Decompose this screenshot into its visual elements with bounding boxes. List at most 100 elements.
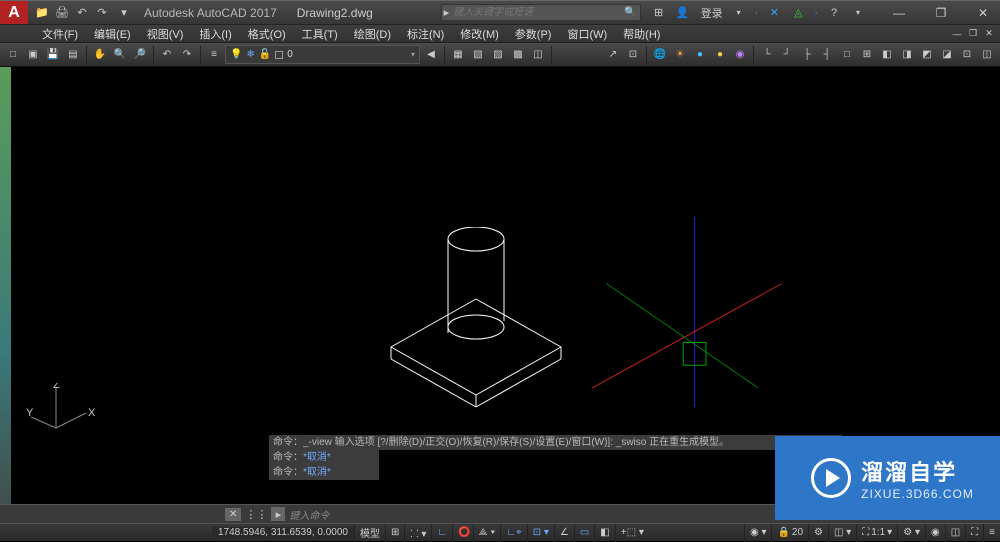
search-input[interactable] xyxy=(449,7,624,18)
undo-icon[interactable]: ↶ xyxy=(74,5,90,21)
mdi-close-icon[interactable]: ✕ xyxy=(982,27,996,41)
menu-modify[interactable]: 修改(M) xyxy=(452,26,507,42)
menu-draw[interactable]: 绘图(D) xyxy=(346,26,399,42)
view-right-icon[interactable]: ┤ xyxy=(818,46,836,64)
orbit-icon[interactable]: ◉ xyxy=(731,46,749,64)
layer-tool4-icon[interactable]: ▩ xyxy=(509,46,527,64)
folder-icon[interactable]: 📁 xyxy=(34,5,50,21)
dyn-input-toggle[interactable]: +⬚ ▾ xyxy=(615,524,649,542)
view-back-icon[interactable]: ⊞ xyxy=(858,46,876,64)
mdi-restore-icon[interactable]: ❐ xyxy=(966,27,980,41)
redo-tool-icon[interactable]: ↷ xyxy=(178,46,196,64)
view-front-icon[interactable]: □ xyxy=(838,46,856,64)
menu-parametric[interactable]: 参数(P) xyxy=(507,26,560,42)
layer-tool1-icon[interactable]: ▦ xyxy=(449,46,467,64)
layer-previous-icon[interactable]: ◀ xyxy=(422,46,440,64)
sun-icon[interactable]: ☀ xyxy=(671,46,689,64)
command-input[interactable]: 键入命令 xyxy=(289,507,329,522)
grid-toggle[interactable]: ⊞ xyxy=(385,524,404,542)
print-icon[interactable]: 🖨 xyxy=(54,5,70,21)
command-handle-icon[interactable]: ⋮⋮ xyxy=(245,508,267,521)
customize-icon[interactable]: ≡ xyxy=(983,524,1000,542)
open-icon[interactable]: ▣ xyxy=(24,46,42,64)
view-more2-icon[interactable]: ◫ xyxy=(978,46,996,64)
menu-tools[interactable]: 工具(T) xyxy=(294,26,346,42)
view-left-icon[interactable]: ├ xyxy=(798,46,816,64)
gear-icon[interactable]: ⚙ ▾ xyxy=(897,524,925,542)
app-logo[interactable]: A xyxy=(0,1,28,24)
layer-dropdown[interactable]: 💡 ❄ 🔓 0 ▾ xyxy=(225,45,420,64)
anno-auto-icon[interactable]: ⚙ xyxy=(808,524,828,542)
search-icon[interactable]: 🔍 xyxy=(624,7,636,18)
minimize-button[interactable]: — xyxy=(882,4,916,22)
qat-dropdown-icon[interactable]: ▾ xyxy=(116,5,132,21)
menu-view[interactable]: 视图(V) xyxy=(139,26,192,42)
layer-manager-icon[interactable]: ≡ xyxy=(205,46,223,64)
save-icon[interactable]: 💾 xyxy=(44,46,62,64)
view-nwiso-icon[interactable]: ◪ xyxy=(938,46,956,64)
scale-label[interactable]: ⛶ 1:1 ▾ xyxy=(856,524,897,542)
lineweight-toggle[interactable]: ▭ xyxy=(574,524,594,542)
chevron-down-icon: ▾ xyxy=(411,50,415,59)
zoom-extents-icon[interactable]: 🔍 xyxy=(111,46,129,64)
anno-scale[interactable]: 🔒 20 xyxy=(771,524,808,542)
close-button[interactable]: ✕ xyxy=(966,4,1000,22)
exchange-icon[interactable]: ✕ xyxy=(766,5,782,21)
units-icon[interactable]: ◫ ▾ xyxy=(828,524,856,542)
help-icon[interactable]: ? xyxy=(826,5,842,21)
view-more1-icon[interactable]: ⊡ xyxy=(958,46,976,64)
infocenter-icon[interactable]: ⊞ xyxy=(651,5,667,21)
a360-icon[interactable]: ◬ xyxy=(790,5,806,21)
transparency-toggle[interactable]: ◧ xyxy=(594,524,614,542)
menu-window[interactable]: 窗口(W) xyxy=(559,26,615,42)
new-icon[interactable]: □ xyxy=(4,46,22,64)
zoom-window-icon[interactable]: 🔎 xyxy=(131,46,149,64)
command-history-line2: 命令：*取消* xyxy=(269,450,379,465)
saveas-icon[interactable]: ▤ xyxy=(64,46,82,64)
search-box[interactable]: ▸ 🔍 xyxy=(441,4,641,21)
isolate-icon[interactable]: ◫ xyxy=(945,524,965,542)
login-label[interactable]: 登录 xyxy=(701,5,723,21)
drawing-canvas[interactable]: X Y Z 命令：_-view 输入选项 [?/删除(D)/正交(O)/恢复(R… xyxy=(11,67,996,498)
snap-toggle[interactable]: ⸬ ▾ xyxy=(404,524,431,542)
menu-insert[interactable]: 插入(I) xyxy=(191,26,239,42)
ortho-toggle[interactable]: ∟ xyxy=(431,524,452,542)
chevron-down-icon[interactable]: ▾ xyxy=(731,5,747,21)
globe-blue-icon[interactable]: 🌐 xyxy=(651,46,669,64)
iso-toggle[interactable]: ⟁ ▾ xyxy=(473,524,501,542)
view-bottom-icon[interactable]: ┘ xyxy=(778,46,796,64)
osnap-toggle[interactable]: ∟⌖ xyxy=(500,524,526,542)
otrack-toggle[interactable]: ∠ xyxy=(554,524,574,542)
share-icon[interactable]: ↗ xyxy=(604,46,622,64)
help-dropdown-icon[interactable]: ▾ xyxy=(850,5,866,21)
menu-edit[interactable]: 编辑(E) xyxy=(86,26,139,42)
layer-tool2-icon[interactable]: ▧ xyxy=(469,46,487,64)
signin-icon[interactable]: 👤 xyxy=(675,5,691,21)
crosshair-cursor xyxy=(586,217,826,407)
maximize-button[interactable]: ❐ xyxy=(924,4,958,22)
menu-format[interactable]: 格式(O) xyxy=(240,26,294,42)
mdi-minimize-icon[interactable]: — xyxy=(950,27,964,41)
undo-tool-icon[interactable]: ↶ xyxy=(158,46,176,64)
clean-screen-icon[interactable]: ⛶ xyxy=(965,524,983,542)
model-tab[interactable]: 模型 xyxy=(354,524,385,542)
layer-tool3-icon[interactable]: ▨ xyxy=(489,46,507,64)
layer-tool5-icon[interactable]: ◫ xyxy=(529,46,547,64)
sphere-blue-icon[interactable]: ● xyxy=(691,46,709,64)
view-neiso-icon[interactable]: ◩ xyxy=(918,46,936,64)
redo-icon[interactable]: ↷ xyxy=(94,5,110,21)
view-seiso-icon[interactable]: ◨ xyxy=(898,46,916,64)
hardware-accel-icon[interactable]: ◉ xyxy=(925,524,945,542)
command-close-icon[interactable]: ✕ xyxy=(225,508,241,521)
3dosnap-toggle[interactable]: ⊡ ▾ xyxy=(527,524,554,542)
menu-file[interactable]: 文件(F) xyxy=(34,26,86,42)
workspace-icon[interactable]: ◉ ▾ xyxy=(744,524,772,542)
menu-help[interactable]: 帮助(H) xyxy=(615,26,668,42)
view-top-icon[interactable]: └ xyxy=(758,46,776,64)
polar-toggle[interactable]: ⭕ xyxy=(452,524,472,542)
sphere-yellow-icon[interactable]: ● xyxy=(711,46,729,64)
menu-dimension[interactable]: 标注(N) xyxy=(399,26,452,42)
options-icon[interactable]: ⊡ xyxy=(624,46,642,64)
view-swiso-icon[interactable]: ◧ xyxy=(878,46,896,64)
pan-icon[interactable]: ✋ xyxy=(91,46,109,64)
